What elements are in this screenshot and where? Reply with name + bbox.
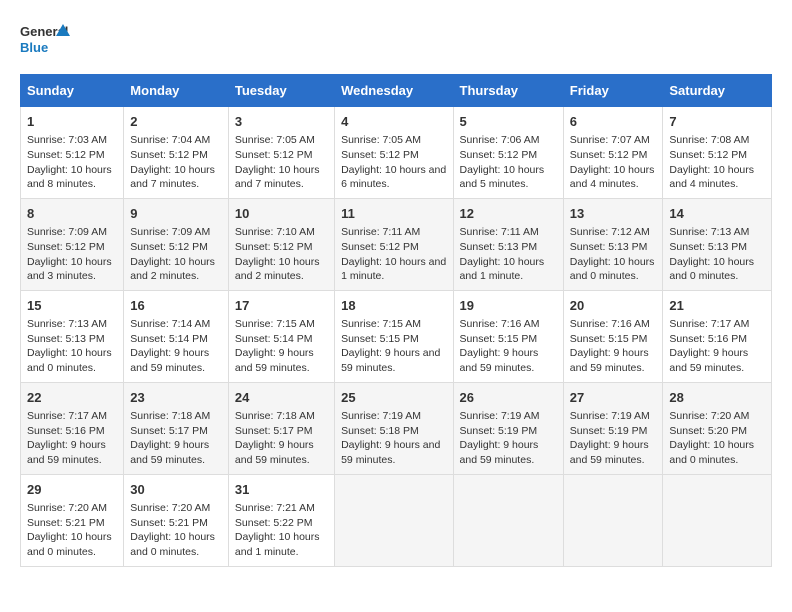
day-number: 22 [27,389,117,407]
day-number: 10 [235,205,328,223]
col-header-saturday: Saturday [663,75,772,107]
calendar-cell: 8Sunrise: 7:09 AMSunset: 5:12 PMDaylight… [21,198,124,290]
week-row-4: 22Sunrise: 7:17 AMSunset: 5:16 PMDayligh… [21,382,772,474]
day-number: 4 [341,113,446,131]
calendar-cell: 21Sunrise: 7:17 AMSunset: 5:16 PMDayligh… [663,290,772,382]
calendar-cell: 29Sunrise: 7:20 AMSunset: 5:21 PMDayligh… [21,474,124,566]
calendar-cell: 31Sunrise: 7:21 AMSunset: 5:22 PMDayligh… [228,474,334,566]
day-number: 15 [27,297,117,315]
day-number: 31 [235,481,328,499]
col-header-friday: Friday [563,75,663,107]
col-header-sunday: Sunday [21,75,124,107]
day-number: 25 [341,389,446,407]
calendar-cell: 20Sunrise: 7:16 AMSunset: 5:15 PMDayligh… [563,290,663,382]
calendar-cell: 22Sunrise: 7:17 AMSunset: 5:16 PMDayligh… [21,382,124,474]
calendar-cell: 11Sunrise: 7:11 AMSunset: 5:12 PMDayligh… [335,198,453,290]
day-number: 26 [460,389,557,407]
calendar-cell: 27Sunrise: 7:19 AMSunset: 5:19 PMDayligh… [563,382,663,474]
day-number: 9 [130,205,222,223]
day-number: 27 [570,389,657,407]
calendar-cell: 23Sunrise: 7:18 AMSunset: 5:17 PMDayligh… [124,382,229,474]
day-number: 12 [460,205,557,223]
day-number: 23 [130,389,222,407]
calendar-cell: 5Sunrise: 7:06 AMSunset: 5:12 PMDaylight… [453,107,563,199]
calendar-cell: 19Sunrise: 7:16 AMSunset: 5:15 PMDayligh… [453,290,563,382]
week-row-3: 15Sunrise: 7:13 AMSunset: 5:13 PMDayligh… [21,290,772,382]
calendar-cell: 25Sunrise: 7:19 AMSunset: 5:18 PMDayligh… [335,382,453,474]
calendar-cell: 9Sunrise: 7:09 AMSunset: 5:12 PMDaylight… [124,198,229,290]
day-number: 3 [235,113,328,131]
calendar-cell: 13Sunrise: 7:12 AMSunset: 5:13 PMDayligh… [563,198,663,290]
calendar-cell: 14Sunrise: 7:13 AMSunset: 5:13 PMDayligh… [663,198,772,290]
day-number: 7 [669,113,765,131]
day-number: 5 [460,113,557,131]
col-header-tuesday: Tuesday [228,75,334,107]
day-number: 19 [460,297,557,315]
day-number: 2 [130,113,222,131]
day-number: 24 [235,389,328,407]
day-number: 30 [130,481,222,499]
calendar-cell: 28Sunrise: 7:20 AMSunset: 5:20 PMDayligh… [663,382,772,474]
logo-svg: General Blue [20,20,70,64]
calendar-cell: 15Sunrise: 7:13 AMSunset: 5:13 PMDayligh… [21,290,124,382]
day-number: 13 [570,205,657,223]
col-header-thursday: Thursday [453,75,563,107]
day-number: 6 [570,113,657,131]
calendar-cell: 7Sunrise: 7:08 AMSunset: 5:12 PMDaylight… [663,107,772,199]
day-number: 16 [130,297,222,315]
calendar-cell: 6Sunrise: 7:07 AMSunset: 5:12 PMDaylight… [563,107,663,199]
calendar-cell: 3Sunrise: 7:05 AMSunset: 5:12 PMDaylight… [228,107,334,199]
day-number: 14 [669,205,765,223]
week-row-5: 29Sunrise: 7:20 AMSunset: 5:21 PMDayligh… [21,474,772,566]
day-number: 17 [235,297,328,315]
logo: General Blue [20,20,70,64]
week-row-2: 8Sunrise: 7:09 AMSunset: 5:12 PMDaylight… [21,198,772,290]
calendar-cell: 26Sunrise: 7:19 AMSunset: 5:19 PMDayligh… [453,382,563,474]
day-number: 21 [669,297,765,315]
calendar-cell: 1Sunrise: 7:03 AMSunset: 5:12 PMDaylight… [21,107,124,199]
calendar-cell: 16Sunrise: 7:14 AMSunset: 5:14 PMDayligh… [124,290,229,382]
col-header-wednesday: Wednesday [335,75,453,107]
calendar-table: SundayMondayTuesdayWednesdayThursdayFrid… [20,74,772,567]
header: General Blue [20,20,772,64]
calendar-cell: 30Sunrise: 7:20 AMSunset: 5:21 PMDayligh… [124,474,229,566]
week-row-1: 1Sunrise: 7:03 AMSunset: 5:12 PMDaylight… [21,107,772,199]
day-number: 20 [570,297,657,315]
calendar-cell: 18Sunrise: 7:15 AMSunset: 5:15 PMDayligh… [335,290,453,382]
day-number: 11 [341,205,446,223]
header-row: SundayMondayTuesdayWednesdayThursdayFrid… [21,75,772,107]
day-number: 29 [27,481,117,499]
day-number: 8 [27,205,117,223]
col-header-monday: Monday [124,75,229,107]
calendar-cell: 24Sunrise: 7:18 AMSunset: 5:17 PMDayligh… [228,382,334,474]
calendar-cell [453,474,563,566]
calendar-cell [563,474,663,566]
calendar-cell: 2Sunrise: 7:04 AMSunset: 5:12 PMDaylight… [124,107,229,199]
svg-text:Blue: Blue [20,40,48,55]
calendar-cell: 12Sunrise: 7:11 AMSunset: 5:13 PMDayligh… [453,198,563,290]
day-number: 1 [27,113,117,131]
calendar-cell: 10Sunrise: 7:10 AMSunset: 5:12 PMDayligh… [228,198,334,290]
day-number: 18 [341,297,446,315]
calendar-cell [335,474,453,566]
day-number: 28 [669,389,765,407]
calendar-cell [663,474,772,566]
calendar-cell: 4Sunrise: 7:05 AMSunset: 5:12 PMDaylight… [335,107,453,199]
calendar-cell: 17Sunrise: 7:15 AMSunset: 5:14 PMDayligh… [228,290,334,382]
